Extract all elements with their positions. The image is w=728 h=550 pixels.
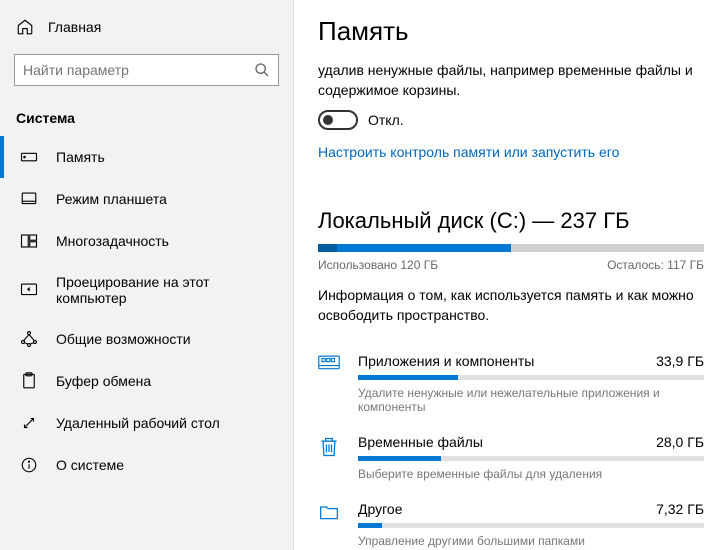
category-desc: Выберите временные файлы для удаления	[358, 467, 704, 481]
apps-icon	[318, 353, 340, 414]
sidebar-item-about[interactable]: О системе	[0, 444, 293, 486]
page-desc: удалив ненужные файлы, например временны…	[318, 61, 704, 100]
sidebar-item-label: Память	[56, 149, 105, 165]
sidebar-item-remote-desktop[interactable]: Удаленный рабочий стол	[0, 402, 293, 444]
search-input[interactable]	[23, 62, 254, 78]
disk-used: Использовано 120 ГБ	[318, 258, 438, 272]
sidebar-item-multitasking[interactable]: Многозадачность	[0, 220, 293, 262]
category-bar	[358, 523, 704, 528]
category-desc: Удалите ненужные или нежелательные прило…	[358, 386, 704, 414]
sidebar-item-projecting[interactable]: Проецирование на этот компьютер	[0, 262, 293, 318]
category-size: 28,0 ГБ	[656, 434, 704, 450]
configure-link[interactable]: Настроить контроль памяти или запустить …	[318, 144, 704, 160]
sidebar-item-label: Удаленный рабочий стол	[56, 415, 220, 431]
storage-sense-toggle[interactable]: Откл.	[318, 110, 704, 130]
disk-stats: Использовано 120 ГБ Осталось: 117 ГБ	[318, 258, 704, 272]
category-desc: Управление другими большими папками	[358, 534, 704, 548]
content-area: Память удалив ненужные файлы, например в…	[294, 0, 728, 550]
category-size: 7,32 ГБ	[656, 501, 704, 517]
info-icon	[20, 456, 38, 474]
sidebar-item-label: О системе	[56, 457, 124, 473]
remote-icon	[20, 414, 38, 432]
toggle-switch[interactable]	[318, 110, 358, 130]
share-icon	[20, 330, 38, 348]
category-title: Временные файлы	[358, 434, 483, 450]
category-other[interactable]: Другое 7,32 ГБ Управление другими большими…	[318, 491, 704, 550]
disk-info: Информация о том, как используется памят…	[318, 286, 704, 325]
category-body: Другое 7,32 ГБ Управление другими большими…	[358, 501, 704, 548]
category-temp-files[interactable]: Временные файлы 28,0 ГБ Выберите временные…	[318, 424, 704, 491]
disk-free: Осталось: 117 ГБ	[607, 258, 704, 272]
storage-icon	[20, 148, 38, 166]
category-body: Временные файлы 28,0 ГБ Выберите временные…	[358, 434, 704, 481]
home-label: Главная	[48, 19, 101, 35]
sidebar-item-storage[interactable]: Память	[0, 136, 293, 178]
search-box[interactable]	[14, 54, 279, 86]
disk-header: Локальный диск (C:) — 237 ГБ	[318, 208, 704, 234]
sidebar-item-label: Буфер обмена	[56, 373, 151, 389]
category-bar	[358, 456, 704, 461]
disk-usage-bar	[318, 244, 704, 252]
multitask-icon	[20, 232, 38, 250]
category-title: Приложения и компоненты	[358, 353, 534, 369]
sidebar-item-label: Режим планшета	[56, 191, 167, 207]
sidebar-item-tablet-mode[interactable]: Режим планшета	[0, 178, 293, 220]
tablet-icon	[20, 190, 38, 208]
sidebar-item-label: Многозадачность	[56, 233, 169, 249]
sidebar-item-label: Проецирование на этот компьютер	[56, 274, 277, 306]
sidebar-item-clipboard[interactable]: Буфер обмена	[0, 360, 293, 402]
home-icon	[16, 18, 34, 36]
category-size: 33,9 ГБ	[656, 353, 704, 369]
sidebar-item-shared[interactable]: Общие возможности	[0, 318, 293, 360]
sidebar: Главная Система Память Режим планшета Мн…	[0, 0, 294, 550]
category-apps[interactable]: Приложения и компоненты 33,9 ГБ Удалите не…	[318, 343, 704, 424]
section-title: Система	[0, 96, 293, 136]
toggle-label: Откл.	[368, 112, 404, 128]
category-body: Приложения и компоненты 33,9 ГБ Удалите не…	[358, 353, 704, 414]
clipboard-icon	[20, 372, 38, 390]
category-bar	[358, 375, 704, 380]
search-icon	[254, 62, 270, 78]
sidebar-item-label: Общие возможности	[56, 331, 191, 347]
disk-bar-dark	[318, 244, 337, 252]
trash-icon	[318, 434, 340, 481]
home-link[interactable]: Главная	[0, 10, 293, 44]
disk-bar-fill	[318, 244, 511, 252]
category-title: Другое	[358, 501, 402, 517]
page-title: Память	[318, 16, 704, 47]
folder-icon	[318, 501, 340, 548]
project-icon	[20, 281, 38, 299]
